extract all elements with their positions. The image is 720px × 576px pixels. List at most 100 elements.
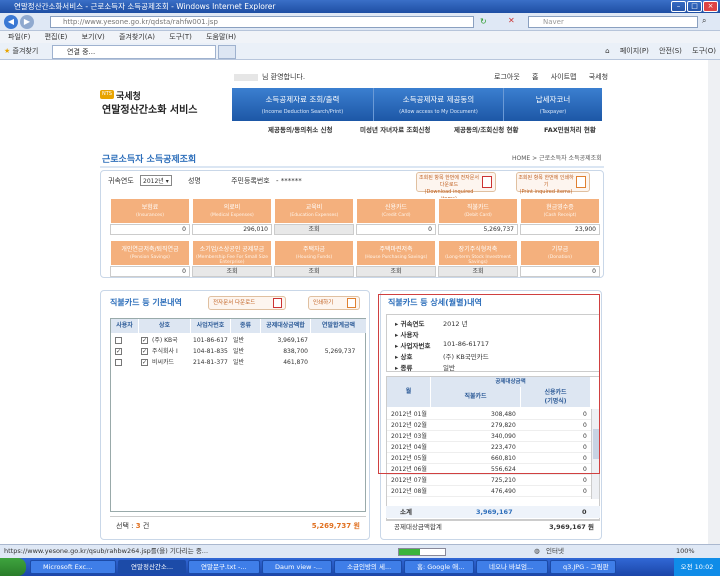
taskbar: Microsoft Exc... 연말정산간소... 연말문구.txt -... Da…	[0, 558, 720, 576]
grand-total: 공제대상금액합계 3,969,167 원	[386, 520, 600, 532]
search-input[interactable]: Naver	[528, 16, 698, 28]
menu-tools[interactable]: 도구(T)	[169, 33, 192, 41]
url-input[interactable]: http://www.yesone.go.kr/qdsta/rahfw001.j…	[50, 16, 474, 28]
row-checkbox[interactable]	[115, 359, 122, 366]
favorites-button[interactable]: 즐겨찾기	[13, 47, 39, 55]
welcome-label: 님 환영합니다.	[262, 73, 306, 81]
month-debit: 725,210	[491, 477, 516, 484]
start-button[interactable]	[0, 558, 26, 576]
taskbar-item[interactable]: 연말문구.txt -...	[188, 560, 260, 574]
deduction-sub-label: (Education Expenses)	[289, 213, 339, 218]
lookup-button[interactable]: 조회	[274, 224, 354, 235]
year-select[interactable]: 2012년 ▾	[140, 175, 172, 186]
logout-link[interactable]: 로그아웃	[494, 73, 520, 81]
highlight-box	[378, 294, 600, 474]
select-count: 3	[135, 522, 141, 530]
basic-print-button[interactable]: 인쇄하기	[308, 296, 360, 310]
month-row: 2012년 07월 725,210 0	[387, 475, 591, 486]
id-label: 주민등록번호	[231, 177, 270, 185]
site-logo[interactable]: NTS 국세청 연말정산간소화 서비스	[100, 90, 228, 116]
menu-help[interactable]: 도움말(H)	[206, 33, 236, 41]
subtotal-debit: 3,969,167	[476, 508, 513, 516]
menu-view[interactable]: 보기(V)	[82, 33, 105, 41]
basic-download-button[interactable]: 전자문서 다운로드	[208, 296, 286, 310]
subnav-consent[interactable]: 제공동의/동의취소 신청	[268, 124, 332, 134]
deduction-header: 의료비 (Medical Expenses)	[192, 198, 272, 224]
stop-icon[interactable]: ✕	[508, 16, 515, 25]
taskbar-item[interactable]: Microsoft Exc...	[30, 560, 116, 574]
select-label: 선택 :	[116, 522, 136, 530]
menu-file[interactable]: 파일(F)	[8, 33, 30, 41]
new-tab-button[interactable]	[218, 45, 236, 59]
download-all-button[interactable]: 조회된 항목 한번에 전자문서 다운로드 (Download inquired …	[416, 172, 496, 202]
taskbar-item[interactable]: q3.JPG - 그림판	[550, 560, 616, 574]
lookup-button[interactable]: 조회	[356, 266, 436, 277]
basic-table: 사용자 상호 사업자번호 종류 공제대상금액합 연말합계금액 ✓ (주) KB국 101-86-…	[110, 318, 367, 512]
deduction-value: 5,269,737	[438, 224, 518, 235]
sitemap-link[interactable]: 사이트맵	[551, 73, 577, 81]
menu-favorites[interactable]: 즐겨찾기(A)	[119, 33, 155, 41]
taskbar-item[interactable]: 연말정산간소...	[118, 560, 186, 574]
deduction-header: 장기주식형저축 (Long-term Stock Investment Savin…	[438, 240, 518, 266]
star-icon[interactable]: ★	[4, 47, 10, 55]
forward-icon[interactable]: ▶	[20, 15, 34, 29]
safety-menu[interactable]: 안전(S)	[659, 47, 682, 55]
grand-label: 공제대상금액합계	[394, 523, 442, 531]
status-bar: https://www.yesone.go.kr/qsub/rahbw264.j…	[0, 544, 720, 558]
subnav-status[interactable]: 제공동의/조회신청 현황	[454, 124, 518, 134]
business-number: 214-81-377	[193, 359, 228, 366]
row-select-checkbox[interactable]: ✓	[141, 337, 148, 344]
subnav-minor[interactable]: 미성년 자녀자료 조회신청	[360, 124, 430, 134]
nav-income-deduction[interactable]: 소득공제자료 조회/출력 (Income Deduction Search/Pr…	[232, 88, 374, 121]
zone-label: 인터넷	[546, 547, 564, 555]
name-label: 성명	[187, 177, 201, 185]
lookup-button[interactable]: 조회	[192, 266, 272, 277]
month-credit: 0	[583, 488, 587, 495]
deduction-header: 기부금 (Donation)	[520, 240, 600, 266]
back-icon[interactable]: ◀	[4, 15, 18, 29]
favorites-bar: ★ 즐겨찾기 연결 중... ⌂ 페이지(P) 안전(S) 도구(O)	[0, 43, 720, 60]
row-select-checkbox[interactable]: ✓	[141, 359, 148, 366]
minimize-icon[interactable]: –	[671, 1, 686, 12]
maximize-icon[interactable]: □	[687, 1, 702, 12]
subtotal-credit: 0	[582, 508, 587, 516]
nav-allow-access[interactable]: 소득공제자료 제공동의 (Allow access to My Document…	[374, 88, 504, 121]
home-link[interactable]: 홈	[532, 73, 538, 81]
print-all-button[interactable]: 조회된 항목 한번에 인쇄하기 (Print inquired items)	[516, 172, 590, 195]
search-icon[interactable]: ⌕	[702, 16, 706, 26]
deduction-amount: 838,700	[283, 348, 308, 355]
row-checkbox[interactable]: ✓	[115, 348, 122, 355]
browser-tab-active[interactable]: 연결 중...	[52, 45, 216, 59]
deduction-sub-label: (Membership Fee For Small Size Enterpris…	[196, 255, 268, 265]
nts-link[interactable]: 국세청	[589, 73, 608, 81]
taskbar-item[interactable]: 소금인방의 세...	[334, 560, 402, 574]
deduction-label: 주택자금	[302, 246, 326, 253]
deduction-sub-label: (Cash Receipt)	[543, 213, 577, 218]
taskbar-item[interactable]: 네오나 바보엄...	[476, 560, 548, 574]
column-header: 사용자	[111, 319, 139, 333]
menu-edit[interactable]: 편집(E)	[45, 33, 68, 41]
refresh-icon[interactable]: ↻	[480, 17, 487, 26]
lookup-button[interactable]: 조회	[274, 266, 354, 277]
row-select-checkbox[interactable]: ✓	[141, 348, 148, 355]
year-label: 귀속연도	[108, 177, 134, 185]
taskbar-item[interactable]: Daum view -...	[262, 560, 332, 574]
taskbar-item[interactable]: 홈: Google 애...	[404, 560, 474, 574]
window-title-bar: 연말정산간소화서비스 - 근로소득자 소득공제조회 - Windows Inte…	[0, 0, 720, 13]
home-icon[interactable]: ⌂	[605, 47, 609, 55]
lookup-button[interactable]: 조회	[438, 266, 518, 277]
month-row: 2012년 08월 476,490 0	[387, 486, 591, 497]
month-label: 2012년 07월	[391, 477, 427, 484]
row-checkbox[interactable]	[115, 337, 122, 344]
subnav-fax[interactable]: FAX민원처리 현황	[544, 124, 596, 134]
zoom-level[interactable]: 100%	[676, 545, 695, 558]
nav-taxpayer[interactable]: 납세자코너 (Taxpayer)	[504, 88, 602, 121]
tools-menu[interactable]: 도구(O)	[692, 47, 716, 55]
deduction-header: 현금영수증 (Cash Receipt)	[520, 198, 600, 224]
deduction-sub-label: (Credit Card)	[381, 213, 411, 218]
print-icon	[347, 298, 356, 308]
close-icon[interactable]: ×	[703, 1, 718, 12]
deduction-label: 주택마련저축	[379, 246, 413, 253]
page-menu[interactable]: 페이지(P)	[620, 47, 649, 55]
main-nav: 소득공제자료 조회/출력 (Income Deduction Search/Pr…	[232, 88, 602, 121]
